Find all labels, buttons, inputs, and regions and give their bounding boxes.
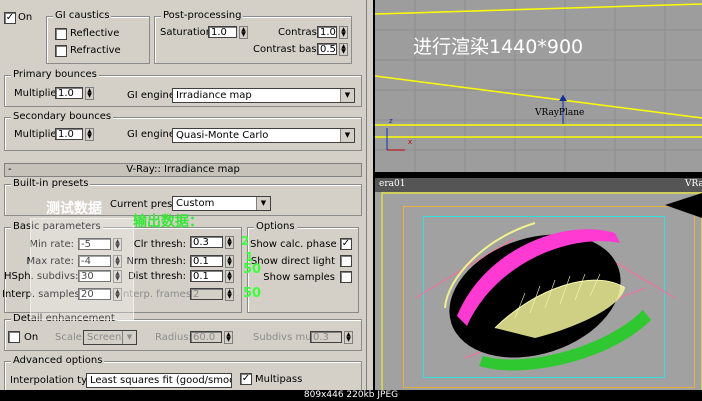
contrast-field[interactable]: 1.0: [317, 26, 337, 38]
reflective-label: Reflective: [70, 28, 120, 39]
post-processing-title: Post-processing: [161, 10, 244, 22]
radius-spinner[interactable]: 60.0 ▲ ▼: [190, 331, 234, 344]
saturation-spinner[interactable]: 1.0 ▲ ▼: [208, 26, 248, 39]
clr-thresh-label: Clr thresh:: [133, 239, 186, 250]
advanced-options-title: Advanced options: [11, 355, 105, 367]
z-axis-label: z: [389, 117, 393, 125]
show-calc-checkbox[interactable]: ✓: [340, 238, 352, 250]
nrm-thresh-label: Nrm thresh:: [126, 256, 186, 267]
dist-thresh-label: Dist thresh:: [127, 271, 186, 282]
clr-thresh-spinner[interactable]: 0.3 ▲ ▼: [190, 236, 236, 249]
x-axis-label: x: [408, 138, 413, 146]
spinner-arrows-icon[interactable]: ▲ ▼: [225, 270, 234, 283]
subdivs-mult-spinner[interactable]: 0.3 ▲ ▼: [310, 331, 354, 344]
nrm-thresh-field[interactable]: 0.1: [190, 255, 223, 267]
spinner-arrows-icon[interactable]: ▲ ▼: [339, 43, 348, 56]
spinner-arrows-icon[interactable]: ▲ ▼: [225, 255, 234, 268]
gi-caustics-title: GI caustics: [53, 10, 112, 22]
current-preset-dropdown[interactable]: Custom ▼: [172, 196, 271, 211]
top-viewport[interactable]: VRayPlane z x 进行渲染1440*900: [375, 0, 702, 172]
saturation-field[interactable]: 1.0: [208, 26, 237, 38]
gi-on-checkbox[interactable]: ✓: [4, 12, 16, 24]
primary-bounces-title: Primary bounces: [11, 69, 99, 81]
annotation-value-4: 50: [243, 286, 262, 301]
output-data-annotation: 输出数据：: [133, 214, 203, 230]
primary-engine-label: GI engine:: [127, 90, 179, 101]
primary-engine-value: Irradiance map: [176, 90, 252, 101]
camera-viewport[interactable]: era01 VRa: [375, 178, 702, 390]
interpolation-type-dropdown[interactable]: Least squares fit (good/smooth: [86, 373, 232, 388]
gi-on-label: On: [18, 12, 33, 23]
secondary-engine-value: Quasi-Monte Carlo: [176, 130, 269, 141]
show-samples-label: Show samples: [263, 272, 335, 283]
secondary-engine-dropdown[interactable]: Quasi-Monte Carlo ▼: [172, 128, 355, 143]
secondary-bounces-title: Secondary bounces: [11, 111, 114, 123]
scene-objects: [414, 193, 702, 371]
show-calc-label: Show calc. phase: [250, 239, 337, 250]
refractive-label: Refractive: [70, 45, 121, 56]
built-in-presets-title: Built-in presets: [11, 178, 91, 190]
show-direct-checkbox[interactable]: [340, 255, 352, 267]
clr-thresh-field[interactable]: 0.3: [190, 236, 223, 248]
detail-on-checkbox[interactable]: [8, 331, 20, 343]
contrast-base-label: Contrast base:: [253, 44, 327, 55]
spinner-arrows-icon[interactable]: ▲ ▼: [239, 26, 248, 39]
scale-value: Screen: [87, 332, 122, 343]
chevron-down-icon[interactable]: ▼: [256, 197, 270, 210]
secondary-engine-label: GI engine:: [127, 129, 179, 140]
spinner-arrows-icon[interactable]: ▲ ▼: [85, 87, 94, 100]
interp-frames-spinner[interactable]: 2 ▲ ▼: [190, 288, 236, 301]
multipass-checkbox[interactable]: ✓: [240, 373, 252, 385]
show-samples-checkbox[interactable]: [340, 271, 352, 283]
spinner-arrows-icon[interactable]: ▲ ▼: [224, 331, 233, 344]
radius-label: Radius:: [155, 332, 192, 343]
collapse-minus-icon[interactable]: -: [8, 164, 12, 176]
dist-thresh-field[interactable]: 0.1: [190, 270, 223, 282]
interp-frames-field[interactable]: 2: [190, 288, 223, 300]
irradiance-map-title: V-Ray:: Irradiance map: [126, 164, 240, 175]
contrast-spinner[interactable]: 1.0 ▲ ▼: [317, 26, 357, 39]
interpolation-type-value: Least squares fit (good/smooth: [90, 375, 232, 386]
annotation-value-1: 2: [241, 234, 250, 248]
radius-field[interactable]: 60.0: [190, 331, 222, 343]
contrast-base-spinner[interactable]: 0.5 ▲ ▼: [317, 43, 357, 56]
vray-settings-panel: ✓ On GI caustics Reflective Refractive P…: [0, 0, 366, 390]
spinner-arrows-icon[interactable]: ▲ ▼: [85, 128, 94, 141]
secondary-multiplier-spinner[interactable]: 1.0 ▲ ▼: [55, 128, 95, 141]
refractive-checkbox[interactable]: [55, 45, 67, 57]
nrm-thresh-spinner[interactable]: 0.1 ▲ ▼: [190, 255, 236, 268]
post-processing-group: Post-processing: [154, 10, 352, 64]
multipass-label: Multipass: [255, 374, 303, 385]
current-preset-value: Custom: [176, 198, 215, 209]
primary-engine-dropdown[interactable]: Irradiance map ▼: [172, 88, 355, 103]
primary-multiplier-spinner[interactable]: 1.0 ▲ ▼: [55, 87, 95, 100]
subdivs-mult-field[interactable]: 0.3: [310, 331, 342, 343]
spinner-arrows-icon[interactable]: ▲ ▼: [344, 331, 353, 344]
vray-plane-label: VRayPlane: [535, 108, 585, 118]
spinner-arrows-icon[interactable]: ▲ ▼: [225, 236, 234, 249]
test-data-annotation: 测试数据: [46, 201, 102, 217]
secondary-multiplier-field[interactable]: 1.0: [55, 128, 83, 140]
scale-label: Scale:: [55, 332, 86, 343]
primary-multiplier-field[interactable]: 1.0: [55, 87, 83, 99]
irradiance-map-rollout[interactable]: - V-Ray:: Irradiance map: [4, 163, 362, 177]
options-title: Options: [254, 221, 297, 233]
panel-scrollbar[interactable]: [366, 0, 373, 390]
spinner-arrows-icon[interactable]: ▲ ▼: [225, 288, 234, 301]
annotation-value-3: 50: [243, 262, 262, 277]
image-caption: 809x446 220kb JPEG: [0, 390, 702, 401]
render-resolution-annotation: 进行渲染1440*900: [413, 36, 584, 58]
chevron-down-icon[interactable]: ▼: [340, 89, 354, 102]
detail-on-label: On: [24, 332, 39, 343]
chevron-down-icon[interactable]: ▼: [340, 129, 354, 142]
viewport-grid: [375, 0, 702, 172]
contrast-base-field[interactable]: 0.5: [317, 43, 337, 55]
highlight-box: [30, 218, 134, 320]
show-direct-label: Show direct light: [250, 256, 335, 267]
dist-thresh-spinner[interactable]: 0.1 ▲ ▼: [190, 270, 236, 283]
reflective-checkbox[interactable]: [55, 28, 67, 40]
scale-dropdown[interactable]: Screen ▼: [83, 330, 137, 345]
spinner-arrows-icon[interactable]: ▲ ▼: [339, 26, 348, 39]
chevron-down-icon[interactable]: ▼: [122, 331, 136, 344]
